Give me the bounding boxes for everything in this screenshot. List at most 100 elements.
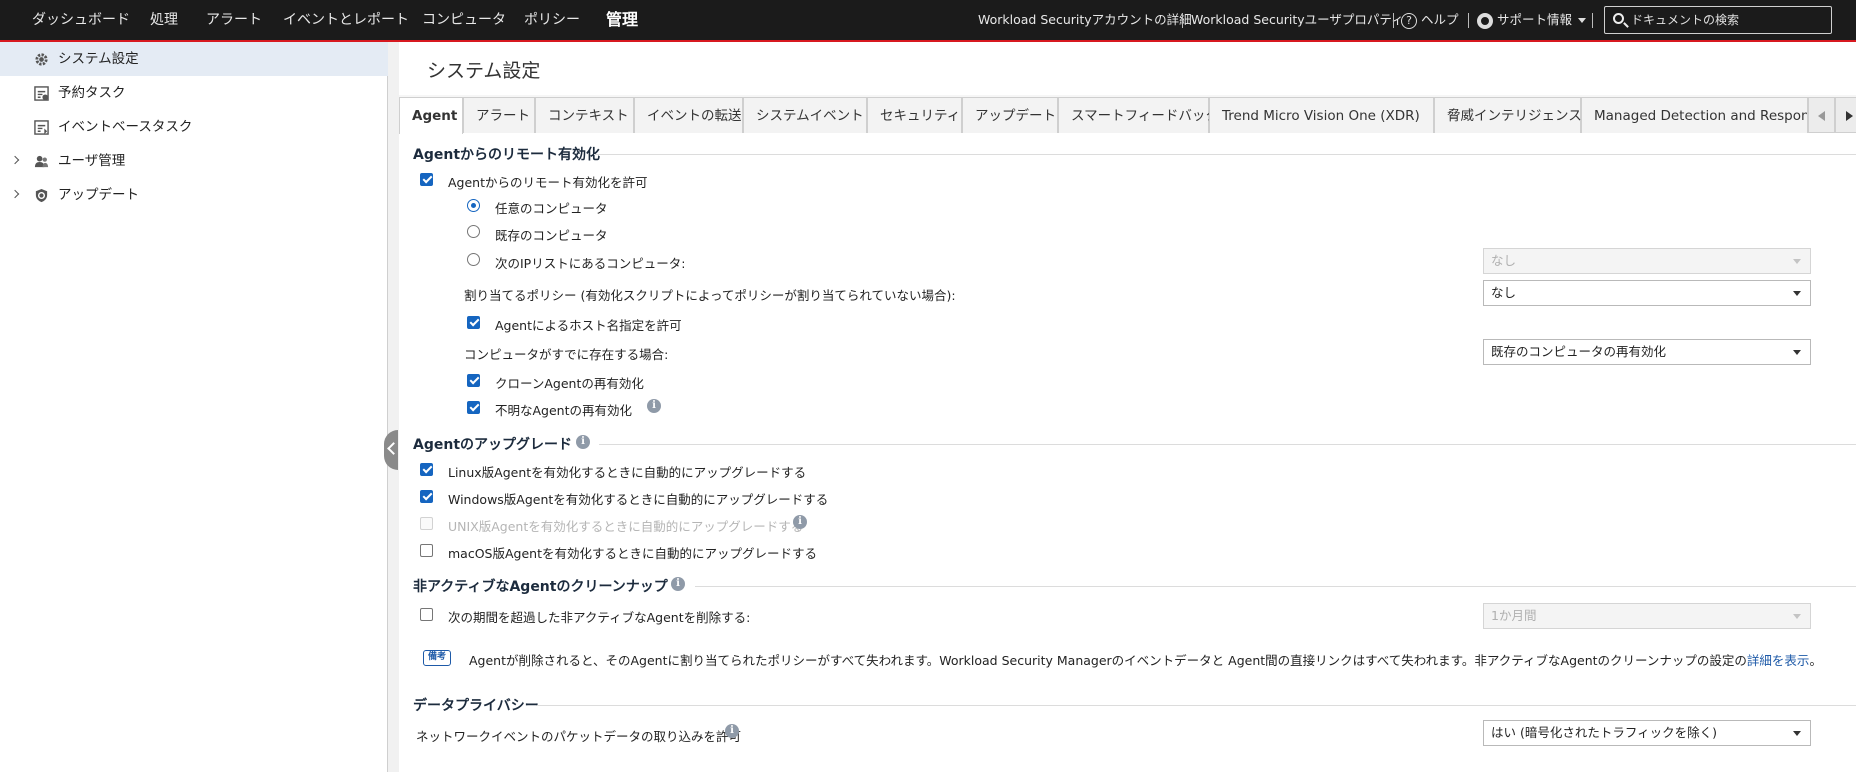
any-computer-radio[interactable] xyxy=(467,199,480,212)
event-task-icon xyxy=(34,120,49,135)
iplist-select-value: なし xyxy=(1491,253,1517,268)
windows-upgrade-checkbox[interactable] xyxy=(420,490,433,503)
packet-data-value: はい (暗号化されたトラフィックを除く) xyxy=(1491,725,1717,740)
tab-smart-feedback[interactable]: スマートフィードバック xyxy=(1058,97,1219,133)
cleanup-note-end: 。 xyxy=(1809,653,1822,668)
chevron-down-icon xyxy=(1578,18,1587,23)
gear-icon xyxy=(35,53,48,66)
info-icon[interactable]: i xyxy=(793,515,807,529)
sidebar-item-scheduled-tasks[interactable]: 予約タスク xyxy=(0,76,388,110)
sidebar-collapse-handle[interactable] xyxy=(384,430,398,470)
nav-administration[interactable]: 管理 xyxy=(606,0,638,40)
tab-scroll-left-button[interactable] xyxy=(1808,97,1835,133)
tab-system-events[interactable]: システムイベント xyxy=(743,97,867,133)
existing-computer-label: 既存のコンピュータ xyxy=(495,228,608,243)
packet-data-select[interactable]: はい (暗号化されたトラフィックを除く) xyxy=(1483,720,1811,746)
sidebar-item-label: アップデート xyxy=(58,187,139,203)
macos-upgrade-label: macOS版Agentを有効化するときに自動的にアップグレードする xyxy=(448,546,817,561)
tab-scroll-right-button[interactable] xyxy=(1835,97,1856,133)
nav-separator xyxy=(1182,13,1183,28)
tab-security[interactable]: セキュリティ xyxy=(867,97,962,133)
sidebar-item-updates[interactable]: アップデート xyxy=(0,178,388,212)
sidebar-item-system-settings[interactable]: システム設定 xyxy=(0,42,388,76)
packet-data-label: ネットワークイベントのパケットデータの取り込みを許可 xyxy=(416,729,742,744)
nav-separator xyxy=(1468,13,1469,28)
update-shield-icon xyxy=(35,188,48,203)
nav-actions[interactable]: 処理 xyxy=(150,0,178,40)
iplist-select[interactable]: なし xyxy=(1483,248,1811,274)
unix-upgrade-checkbox[interactable] xyxy=(420,517,433,530)
chevron-down-icon xyxy=(1793,350,1801,355)
doc-search-input[interactable] xyxy=(1631,10,1827,30)
sidebar-item-event-based-tasks[interactable]: イベントベースタスク xyxy=(0,110,388,144)
unknown-agent-checkbox[interactable] xyxy=(467,401,480,414)
section-divider xyxy=(594,154,1856,155)
user-properties-link[interactable]: Workload Securityユーザプロパティ xyxy=(1191,0,1404,40)
linux-upgrade-label: Linux版Agentを有効化するときに自動的にアップグレードする xyxy=(448,465,807,480)
info-icon[interactable]: i xyxy=(671,577,685,591)
assigned-policy-value: なし xyxy=(1491,285,1517,300)
assigned-policy-label: 割り当てるポリシー (有効化スクリプトによってポリシーが割り当てられていない場合… xyxy=(464,288,956,303)
help-icon: ? xyxy=(1401,12,1417,29)
chevron-right-icon[interactable] xyxy=(10,155,20,165)
support-label: サポート情報 xyxy=(1497,12,1573,27)
nav-separator xyxy=(1592,13,1593,28)
tab-alerts[interactable]: アラート xyxy=(463,97,535,133)
search-icon xyxy=(1613,13,1624,24)
nav-dashboard[interactable]: ダッシュボード xyxy=(32,0,130,40)
sidebar-item-user-management[interactable]: ユーザ管理 xyxy=(0,144,388,178)
iplist-computer-radio[interactable] xyxy=(467,253,480,266)
lifebuoy-icon xyxy=(1477,12,1493,29)
nav-policies[interactable]: ポリシー xyxy=(524,0,580,40)
chevron-down-icon xyxy=(1793,614,1801,619)
section-divider xyxy=(599,444,1856,445)
iplist-computer-label: 次のIPリストにあるコンピュータ: xyxy=(495,256,686,271)
nav-alerts[interactable]: アラート xyxy=(206,0,262,40)
tab-updates[interactable]: アップデート xyxy=(962,97,1058,133)
tab-threat-intelligence[interactable]: 脅威インテリジェンス xyxy=(1434,97,1582,133)
tab-vision-one[interactable]: Trend Micro Vision One (XDR) xyxy=(1209,97,1434,133)
users-icon xyxy=(34,155,49,168)
note-badge: 備考 xyxy=(423,650,451,666)
allow-remote-activation-checkbox[interactable] xyxy=(420,173,433,186)
hostname-checkbox[interactable] xyxy=(467,316,480,329)
account-details-link[interactable]: Workload Securityアカウントの詳細 xyxy=(978,0,1192,40)
details-link[interactable]: 詳細を表示 xyxy=(1747,653,1810,668)
macos-upgrade-checkbox[interactable] xyxy=(420,544,433,557)
info-icon[interactable]: i xyxy=(576,435,590,449)
inactive-period-select[interactable]: 1か月間 xyxy=(1483,603,1811,629)
computer-exists-label: コンピュータがすでに存在する場合: xyxy=(464,347,669,362)
doc-search-box xyxy=(1604,6,1832,34)
app-window: ダッシュボード 処理 アラート イベントとレポート コンピュータ ポリシー 管理… xyxy=(0,0,1856,772)
tab-agent[interactable]: Agent xyxy=(399,97,463,134)
support-menu[interactable]: サポート情報 xyxy=(1477,0,1587,40)
windows-upgrade-label: Windows版Agentを有効化するときに自動的にアップグレードする xyxy=(448,492,829,507)
any-computer-label: 任意のコンピュータ xyxy=(495,201,608,216)
chevron-right-icon[interactable] xyxy=(10,189,20,199)
scheduled-task-icon xyxy=(34,86,49,101)
unix-upgrade-label: UNIX版Agentを有効化するときに自動的にアップグレードする xyxy=(448,519,804,534)
hostname-label: Agentによるホスト名指定を許可 xyxy=(495,318,682,333)
clone-agent-label: クローンAgentの再有効化 xyxy=(495,376,644,391)
nav-computers[interactable]: コンピュータ xyxy=(422,0,506,40)
assigned-policy-select[interactable]: なし xyxy=(1483,280,1811,306)
linux-upgrade-checkbox[interactable] xyxy=(420,463,433,476)
computer-exists-select[interactable]: 既存のコンピュータの再有効化 xyxy=(1483,339,1811,365)
tab-context[interactable]: コンテキスト xyxy=(535,97,634,133)
tab-event-forwarding[interactable]: イベントの転送 xyxy=(634,97,743,133)
nav-events-reports[interactable]: イベントとレポート xyxy=(283,0,409,40)
help-label: ヘルプ xyxy=(1421,12,1459,27)
tab-mdr[interactable]: Managed Detection and Response xyxy=(1581,97,1808,133)
info-icon[interactable]: i xyxy=(725,724,739,738)
info-icon[interactable]: i xyxy=(647,399,661,413)
help-link[interactable]: ? ヘルプ xyxy=(1401,0,1459,40)
delete-inactive-checkbox[interactable] xyxy=(420,608,433,621)
section-title-inactive-cleanup: 非アクティブなAgentのクリーンナップ xyxy=(413,579,668,595)
section-title-agent-upgrade: Agentのアップグレード xyxy=(413,437,573,453)
existing-computer-radio[interactable] xyxy=(467,225,480,238)
clone-agent-checkbox[interactable] xyxy=(467,374,480,387)
inactive-period-value: 1か月間 xyxy=(1491,608,1537,623)
section-divider xyxy=(537,705,1856,706)
cleanup-note-text: Agentが削除されると、そのAgentに割り当てられたポリシーがすべて失われま… xyxy=(469,653,1747,668)
cleanup-note: Agentが削除されると、そのAgentに割り当てられたポリシーがすべて失われま… xyxy=(469,650,1822,669)
